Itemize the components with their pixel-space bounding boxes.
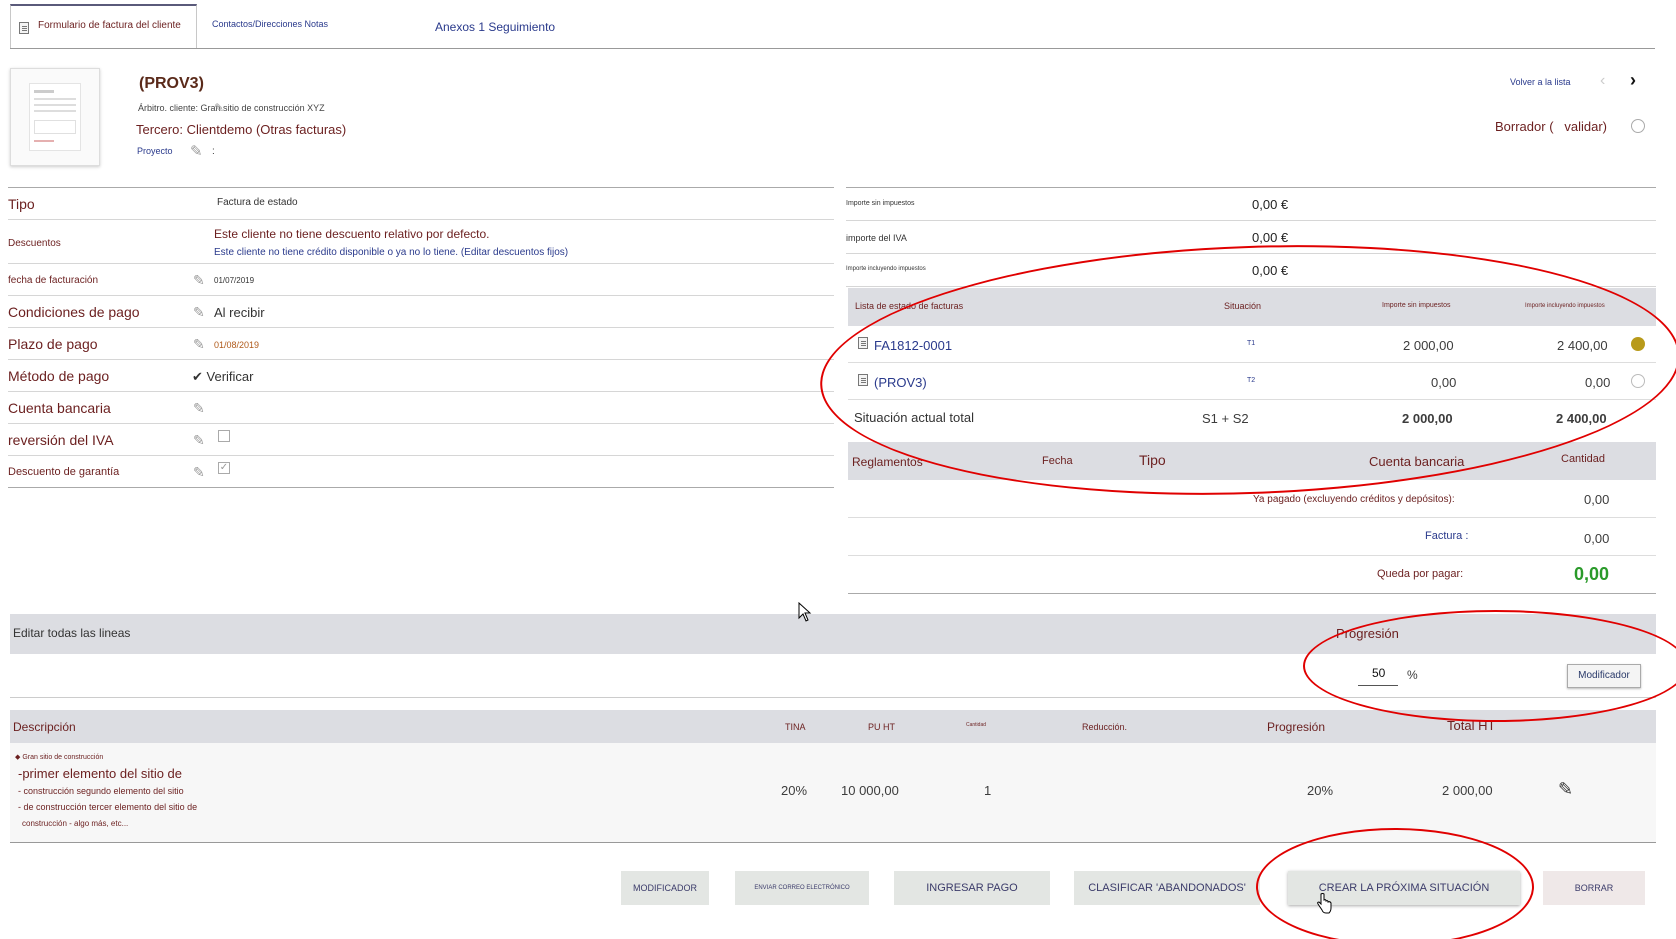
next-arrow-icon[interactable]: › (1630, 70, 1636, 91)
discounts-label: Descuentos (8, 238, 61, 249)
invoice-date-label: fecha de facturación (8, 275, 99, 286)
bank-account-edit-icon[interactable]: ✎ (193, 400, 209, 416)
prev-arrow-icon[interactable]: ‹ (1600, 72, 1605, 90)
remaining-label: Queda por pagar: (1377, 568, 1464, 580)
invoice-icon (19, 22, 29, 34)
discount-line-2[interactable]: Este cliente no tiene crédito disponible… (214, 247, 568, 258)
annotation-ellipse-next-situation (1256, 828, 1534, 939)
tab-annexes-label: Anexos 1 Seguimiento (435, 20, 556, 34)
already-paid-label: Ya pagado (excluyendo créditos y depósit… (1253, 494, 1455, 505)
line-puht: 10 000,00 (841, 783, 899, 798)
payment-method-row: Método de pago ✔ Verificar (8, 360, 834, 392)
lines-reduction-header: Reducción. (1082, 722, 1128, 732)
line-desc-4: construcción - algo más, etc... (22, 819, 129, 828)
invoice-ref: (PROV3) (139, 75, 204, 92)
tab-card-label: Formulario de factura del cliente (38, 20, 181, 31)
line-total-ht: 2 000,00 (1442, 783, 1493, 798)
lines-progress-header: Progresión (1267, 720, 1326, 734)
tab-card[interactable]: Formulario de factura del cliente (10, 4, 197, 49)
customer-ref: Árbitro. cliente: Gran sitio de construc… (138, 103, 325, 113)
lines-vat-header: TINA (785, 722, 806, 732)
status-draft-icon (1631, 119, 1645, 133)
type-value: Factura de estado (217, 197, 298, 208)
retained-warranty-checkbox[interactable]: ✓ (218, 462, 230, 474)
send-email-button[interactable]: ENVIAR CORREO ELECTRÓNICO (735, 871, 869, 905)
line-vat: 20% (781, 783, 808, 798)
invoice-date-value: 01/07/2019 (214, 276, 255, 285)
vat-reversal-edit-icon[interactable]: ✎ (193, 432, 209, 448)
line-product-link[interactable]: ◆ Gran sitio de construcción (15, 753, 103, 761)
discounts-row: Descuentos Este cliente no tiene descuen… (8, 220, 834, 264)
project-label: Proyecto (137, 146, 173, 156)
annotation-ellipse-progress (1303, 610, 1676, 722)
line-edit-icon[interactable]: ✎ (1558, 779, 1573, 800)
bank-account-label: Cuenta bancaria (8, 400, 111, 416)
tab-annexes[interactable]: Anexos 1 Seguimiento (435, 20, 555, 34)
invoice-credit-value: 0,00 (1584, 531, 1610, 546)
modify-button[interactable]: MODIFICADOR (621, 871, 709, 905)
status-text[interactable]: Borrador ( validar) (1495, 119, 1607, 134)
already-paid-value: 0,00 (1584, 492, 1610, 507)
line-progress: 20% (1307, 783, 1334, 798)
line-desc-2: - construcción segundo elemento del siti… (18, 786, 184, 796)
customer-ref-edit-icon[interactable]: ✎ (214, 100, 224, 116)
invoice-date-edit-icon[interactable]: ✎ (193, 272, 209, 288)
payment-terms-label: Condiciones de pago (8, 304, 140, 320)
line-desc-main: -primer elemento del sitio de (18, 766, 183, 781)
total-ttc-label: Importe incluyendo impuestos (846, 266, 926, 272)
retained-warranty-label: Descuento de garantía (8, 466, 120, 478)
remaining-value: 0,00 (1574, 564, 1610, 584)
project-edit-icon[interactable]: ✎ (190, 144, 203, 160)
type-label: Tipo (8, 196, 35, 212)
due-date-edit-icon[interactable]: ✎ (193, 336, 209, 352)
due-date-row: Plazo de pago ✎ 01/08/2019 (8, 328, 834, 360)
due-date-label: Plazo de pago (8, 336, 98, 352)
retained-warranty-edit-icon[interactable]: ✎ (193, 464, 209, 480)
lines-qty-header: Cantidad (966, 722, 987, 728)
lines-description-header: Descripción (13, 720, 76, 734)
tab-divider (10, 48, 1655, 49)
tab-contacts-label: Contactos/Direcciones Notas (212, 19, 329, 29)
classify-abandoned-button[interactable]: CLASIFICAR 'ABANDONADOS' (1074, 871, 1260, 905)
bank-account-row: Cuenta bancaria ✎ (8, 392, 834, 424)
project-value: : (212, 146, 215, 157)
payment-terms-edit-icon[interactable]: ✎ (193, 304, 209, 320)
edit-all-label: Editar todas las lineas (13, 626, 131, 640)
payment-terms-row: Condiciones de pago ✎ Al recibir (8, 296, 834, 328)
type-row: Tipo Factura de estado (8, 188, 834, 220)
payment-terms-value: Al recibir (214, 305, 265, 320)
vat-reversal-row: reversión del IVA ✎ (8, 424, 834, 456)
remaining-row: Queda por pagar: 0,00 (848, 556, 1656, 594)
vat-reversal-checkbox[interactable] (218, 430, 230, 442)
vat-reversal-label: reversión del IVA (8, 432, 114, 448)
invoice-credit-label: Factura : (1425, 530, 1469, 542)
line-desc-3: - de construcción tercer elemento del si… (18, 802, 198, 812)
delete-button[interactable]: BORRAR (1543, 871, 1645, 905)
payment-method-label: Método de pago (8, 368, 110, 384)
total-ht-row: Importe sin impuestos 0,00 € (846, 188, 1656, 221)
total-vat-value: 0,00 € (1252, 230, 1289, 245)
tab-contacts[interactable]: Contactos/Direcciones Notas (212, 18, 328, 30)
due-date-value: 01/08/2019 (214, 340, 260, 350)
total-ht-label: Importe sin impuestos (846, 200, 915, 207)
invoice-date-row: fecha de facturación ✎ 01/07/2019 (8, 264, 834, 296)
lines-puht-header: PU HT (868, 722, 895, 732)
thirdparty-link[interactable]: Tercero: Clientdemo (Otras facturas) (136, 122, 346, 137)
payments-amount-header: Cantidad (1561, 453, 1606, 465)
enter-payment-button[interactable]: INGRESAR PAGO (894, 871, 1050, 905)
back-to-list-link[interactable]: Volver a la lista (1510, 77, 1571, 87)
discount-line-1: Este cliente no tiene descuento relativo… (214, 227, 490, 241)
document-thumbnail[interactable] (10, 68, 100, 166)
total-vat-label: importe del IVA (846, 233, 907, 243)
line-qty: 1 (984, 783, 992, 798)
retained-warranty-row: Descuento de garantía ✎ ✓ (8, 456, 834, 488)
invoice-credit-row: Factura : 0,00 (848, 518, 1656, 556)
payment-method-value: ✔ Verificar (192, 369, 254, 384)
total-ht-value: 0,00 € (1252, 197, 1289, 212)
